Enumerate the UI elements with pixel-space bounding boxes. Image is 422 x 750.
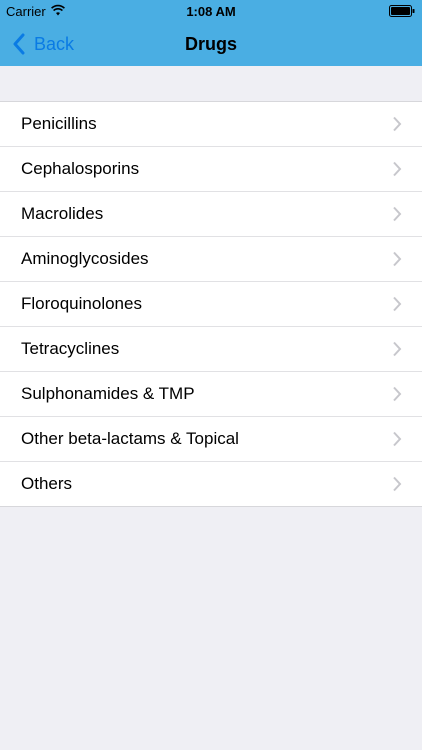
list-item-label: Macrolides xyxy=(21,204,104,223)
list-item-macrolides[interactable]: Macrolides xyxy=(0,191,422,236)
navigation-bar: Back Drugs xyxy=(0,22,422,66)
chevron-right-icon xyxy=(393,161,402,177)
chevron-right-icon xyxy=(393,431,402,447)
chevron-right-icon xyxy=(393,296,402,312)
list-item-label: Tetracyclines xyxy=(21,339,120,358)
list-item-label: Aminoglycosides xyxy=(21,249,149,268)
list-item-aminoglycosides[interactable]: Aminoglycosides xyxy=(0,236,422,281)
header: Carrier 1:08 AM Back Drugs xyxy=(0,0,422,66)
status-bar: Carrier 1:08 AM xyxy=(0,0,422,22)
battery-icon xyxy=(389,5,415,17)
list-item-label: Floroquinolones xyxy=(21,294,142,313)
chevron-right-icon xyxy=(393,476,402,492)
chevron-right-icon xyxy=(393,386,402,402)
list-item-cephalosporins[interactable]: Cephalosporins xyxy=(0,146,422,191)
list-item-penicillins[interactable]: Penicillins xyxy=(0,102,422,146)
list-item-label: Other beta-lactams & Topical xyxy=(21,429,239,448)
list-item-label: Cephalosporins xyxy=(21,159,140,178)
list-item-sulphonamides-tmp[interactable]: Sulphonamides & TMP xyxy=(0,371,422,416)
list-item-others[interactable]: Others xyxy=(0,461,422,506)
chevron-right-icon xyxy=(393,206,402,222)
list-item-floroquinolones[interactable]: Floroquinolones xyxy=(0,281,422,326)
list-item-tetracyclines[interactable]: Tetracyclines xyxy=(0,326,422,371)
page-title: Drugs xyxy=(184,34,237,54)
list-item-label: Sulphonamides & TMP xyxy=(21,384,195,403)
list-item-label: Penicillins xyxy=(21,114,97,133)
chevron-right-icon xyxy=(393,251,402,267)
drug-category-list: Penicillins Cephalosporins Macrolides Am… xyxy=(0,101,422,507)
chevron-right-icon xyxy=(393,116,402,132)
list-item-other-beta-lactams-topical[interactable]: Other beta-lactams & Topical xyxy=(0,416,422,461)
chevron-right-icon xyxy=(393,341,402,357)
list-item-label: Others xyxy=(21,474,73,493)
status-time: 1:08 AM xyxy=(186,4,236,19)
